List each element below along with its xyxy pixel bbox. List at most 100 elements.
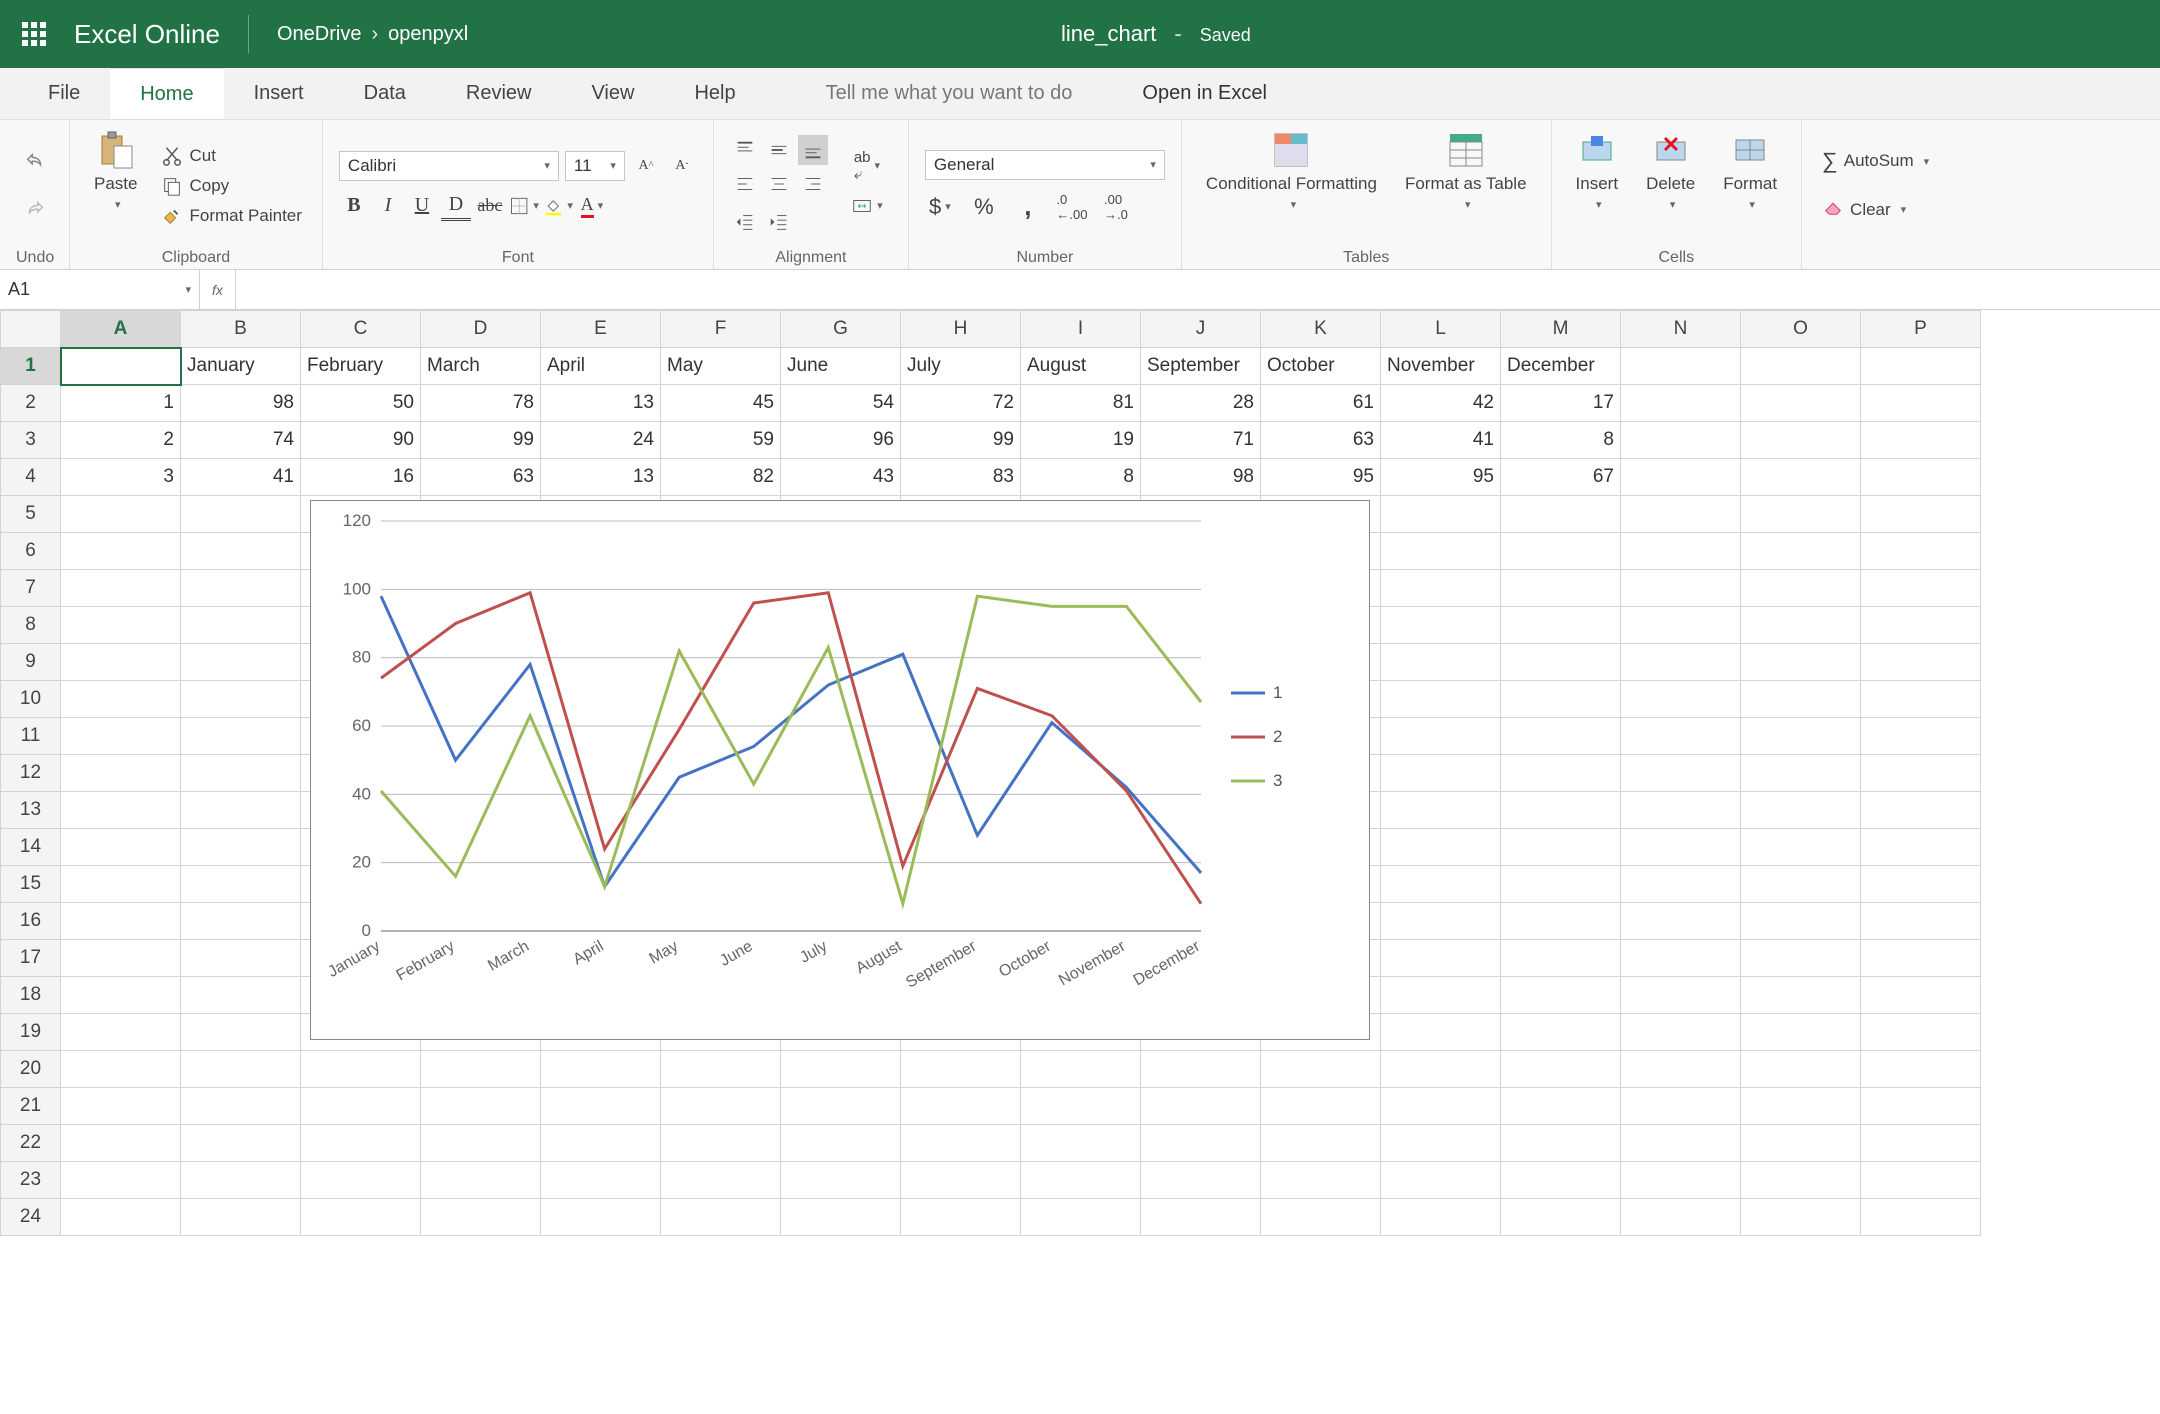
cell-M21[interactable] [1501,1088,1621,1125]
cell-E3[interactable]: 24 [541,422,661,459]
cell-P8[interactable] [1861,607,1981,644]
row-header-4[interactable]: 4 [1,459,61,496]
tab-data[interactable]: Data [334,68,436,119]
row-header-11[interactable]: 11 [1,718,61,755]
cell-K4[interactable]: 95 [1261,459,1381,496]
borders-button[interactable] [509,191,539,221]
cell-O6[interactable] [1741,533,1861,570]
cell-D21[interactable] [421,1088,541,1125]
cell-B13[interactable] [181,792,301,829]
cell-A20[interactable] [61,1051,181,1088]
cell-J4[interactable]: 98 [1141,459,1261,496]
col-header-C[interactable]: C [301,311,421,348]
cell-E2[interactable]: 13 [541,385,661,422]
row-header-8[interactable]: 8 [1,607,61,644]
cell-P20[interactable] [1861,1051,1981,1088]
cell-M7[interactable] [1501,570,1621,607]
cell-M16[interactable] [1501,903,1621,940]
cell-M22[interactable] [1501,1125,1621,1162]
row-header-24[interactable]: 24 [1,1199,61,1236]
cell-O7[interactable] [1741,570,1861,607]
cell-G21[interactable] [781,1088,901,1125]
cell-O15[interactable] [1741,866,1861,903]
cell-B16[interactable] [181,903,301,940]
cell-E21[interactable] [541,1088,661,1125]
cell-K23[interactable] [1261,1162,1381,1199]
cell-N7[interactable] [1621,570,1741,607]
cell-H3[interactable]: 99 [901,422,1021,459]
cell-A15[interactable] [61,866,181,903]
cell-J2[interactable]: 28 [1141,385,1261,422]
cell-G22[interactable] [781,1125,901,1162]
cell-I23[interactable] [1021,1162,1141,1199]
cell-P15[interactable] [1861,866,1981,903]
cell-B9[interactable] [181,644,301,681]
row-header-1[interactable]: 1 [1,348,61,385]
name-box[interactable]: A1 ▾ [0,270,200,309]
cell-C1[interactable]: February [301,348,421,385]
cell-B2[interactable]: 98 [181,385,301,422]
cell-B22[interactable] [181,1125,301,1162]
cell-L4[interactable]: 95 [1381,459,1501,496]
cell-G4[interactable]: 43 [781,459,901,496]
font-name-select[interactable]: Calibri▾ [339,151,559,181]
cell-O10[interactable] [1741,681,1861,718]
cell-F2[interactable]: 45 [661,385,781,422]
cell-P1[interactable] [1861,348,1981,385]
cell-K21[interactable] [1261,1088,1381,1125]
cell-B11[interactable] [181,718,301,755]
cell-L10[interactable] [1381,681,1501,718]
cell-P3[interactable] [1861,422,1981,459]
cell-A14[interactable] [61,829,181,866]
cell-B24[interactable] [181,1199,301,1236]
cell-C22[interactable] [301,1125,421,1162]
cell-N21[interactable] [1621,1088,1741,1125]
cell-P22[interactable] [1861,1125,1981,1162]
cell-J3[interactable]: 71 [1141,422,1261,459]
cell-I3[interactable]: 19 [1021,422,1141,459]
cell-L21[interactable] [1381,1088,1501,1125]
cell-A11[interactable] [61,718,181,755]
align-top-icon[interactable] [730,135,760,165]
cell-B10[interactable] [181,681,301,718]
cell-P24[interactable] [1861,1199,1981,1236]
cell-O20[interactable] [1741,1051,1861,1088]
cell-E23[interactable] [541,1162,661,1199]
cell-L20[interactable] [1381,1051,1501,1088]
cell-M1[interactable]: December [1501,348,1621,385]
breadcrumb-folder[interactable]: openpyxl [388,23,468,46]
col-header-G[interactable]: G [781,311,901,348]
cell-H24[interactable] [901,1199,1021,1236]
cell-N6[interactable] [1621,533,1741,570]
cell-A9[interactable] [61,644,181,681]
cell-K24[interactable] [1261,1199,1381,1236]
cell-G2[interactable]: 54 [781,385,901,422]
cell-G23[interactable] [781,1162,901,1199]
cell-O4[interactable] [1741,459,1861,496]
cell-O21[interactable] [1741,1088,1861,1125]
cell-N16[interactable] [1621,903,1741,940]
cell-C4[interactable]: 16 [301,459,421,496]
cell-M15[interactable] [1501,866,1621,903]
cell-A19[interactable] [61,1014,181,1051]
cell-B8[interactable] [181,607,301,644]
col-header-O[interactable]: O [1741,311,1861,348]
cell-J21[interactable] [1141,1088,1261,1125]
comma-button[interactable]: , [1013,192,1043,222]
cell-P2[interactable] [1861,385,1981,422]
cell-I21[interactable] [1021,1088,1141,1125]
cell-O2[interactable] [1741,385,1861,422]
cell-D24[interactable] [421,1199,541,1236]
cell-A5[interactable] [61,496,181,533]
cell-B19[interactable] [181,1014,301,1051]
cell-M13[interactable] [1501,792,1621,829]
cell-N20[interactable] [1621,1051,1741,1088]
cell-A4[interactable]: 3 [61,459,181,496]
tab-home[interactable]: Home [110,68,223,119]
cell-N10[interactable] [1621,681,1741,718]
clear-button[interactable]: Clear [1818,194,1910,225]
cell-L12[interactable] [1381,755,1501,792]
cell-B18[interactable] [181,977,301,1014]
cell-N22[interactable] [1621,1125,1741,1162]
cell-G20[interactable] [781,1051,901,1088]
